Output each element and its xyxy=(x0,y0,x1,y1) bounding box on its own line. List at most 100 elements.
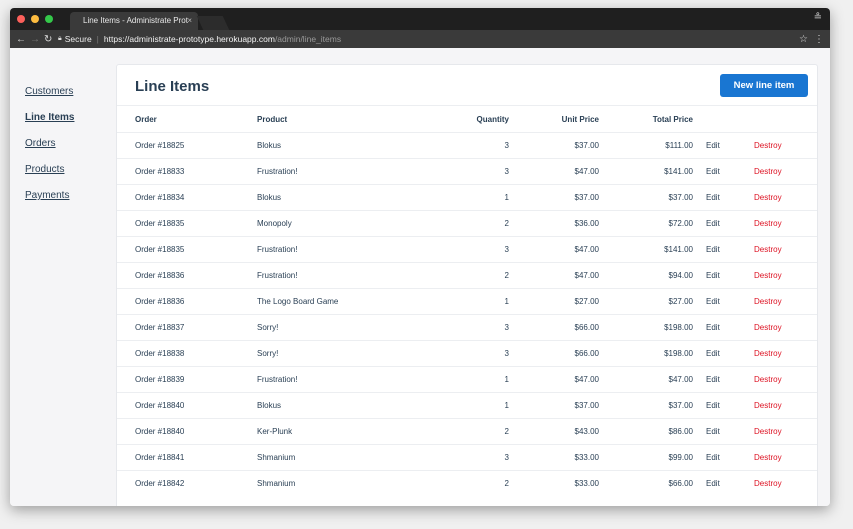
unit-price-cell: $47.00 xyxy=(509,262,599,289)
order-cell: Order #18834 xyxy=(117,184,257,211)
back-arrow-icon[interactable]: ← xyxy=(16,34,26,45)
quantity-cell: 2 xyxy=(417,262,509,289)
table-row[interactable]: Order #18836 Frustration! 2 $47.00 $94.00 Edi… xyxy=(117,262,817,289)
edit-cell: Edit xyxy=(693,392,754,419)
table-row[interactable]: Order #18838 Sorry! 3 $66.00 $198.00 Edit Dest… xyxy=(117,340,817,367)
table-row[interactable]: Order #18841 Shmanium 3 $33.00 $99.00 Edit Des… xyxy=(117,444,817,471)
product-cell: Blokus xyxy=(257,392,417,419)
edit-cell: Edit xyxy=(693,210,754,237)
profile-icon[interactable]: ≗ xyxy=(814,12,822,23)
product-cell: Sorry! xyxy=(257,340,417,367)
destroy-link[interactable]: Destroy xyxy=(754,193,782,202)
table-row[interactable]: Order #18837 Sorry! 3 $66.00 $198.00 Edit Dest… xyxy=(117,314,817,341)
table-row[interactable]: Order #18835 Frustration! 3 $47.00 $141.00 Ed… xyxy=(117,236,817,263)
browser-toolbar: ← → ↻ 🔒︎ Secure | https://administrate-p… xyxy=(10,30,830,48)
edit-link[interactable]: Edit xyxy=(706,193,720,202)
destroy-cell: Destroy xyxy=(754,392,817,419)
close-window-button[interactable] xyxy=(17,15,25,23)
destroy-link[interactable]: Destroy xyxy=(754,375,782,384)
total-price-cell: $198.00 xyxy=(599,340,693,367)
table-row[interactable]: Order #18840 Ker-Plunk 2 $43.00 $86.00 Edit De… xyxy=(117,418,817,445)
order-cell: Order #18836 xyxy=(117,288,257,315)
destroy-link[interactable]: Destroy xyxy=(754,453,782,462)
column-header-total-price[interactable]: Total Price xyxy=(599,106,693,133)
unit-price-cell: $37.00 xyxy=(509,132,599,159)
table-row[interactable]: Order #18833 Frustration! 3 $47.00 $141.00 Ed… xyxy=(117,158,817,185)
destroy-link[interactable]: Destroy xyxy=(754,297,782,306)
product-cell: Blokus xyxy=(257,132,417,159)
tab-title: Line Items - Administrate Prot xyxy=(83,16,188,25)
order-cell: Order #18841 xyxy=(117,444,257,471)
edit-link[interactable]: Edit xyxy=(706,375,720,384)
edit-cell: Edit xyxy=(693,444,754,471)
destroy-link[interactable]: Destroy xyxy=(754,323,782,332)
destroy-link[interactable]: Destroy xyxy=(754,245,782,254)
product-cell: Shmanium xyxy=(257,444,417,471)
sidebar-item-payments[interactable]: Payments xyxy=(25,190,105,201)
sidebar-item-products[interactable]: Products xyxy=(25,164,105,175)
edit-link[interactable]: Edit xyxy=(706,167,720,176)
column-header-unit-price[interactable]: Unit Price xyxy=(509,106,599,133)
table-row[interactable]: Order #18835 Monopoly 2 $36.00 $72.00 Edit Des… xyxy=(117,210,817,237)
edit-link[interactable]: Edit xyxy=(706,479,720,488)
edit-link[interactable]: Edit xyxy=(706,453,720,462)
destroy-cell: Destroy xyxy=(754,210,817,237)
destroy-cell: Destroy xyxy=(754,262,817,289)
destroy-link[interactable]: Destroy xyxy=(754,479,782,488)
edit-link[interactable]: Edit xyxy=(706,323,720,332)
table-row[interactable]: Order #18842 Shmanium 2 $33.00 $66.00 Edit Des… xyxy=(117,470,817,496)
edit-cell: Edit xyxy=(693,236,754,263)
destroy-link[interactable]: Destroy xyxy=(754,271,782,280)
unit-price-cell: $33.00 xyxy=(509,470,599,496)
destroy-link[interactable]: Destroy xyxy=(754,141,782,150)
sidebar-nav: Customers Line Items Orders Products Pay… xyxy=(25,86,105,216)
bookmark-star-icon[interactable]: ☆ xyxy=(799,34,808,45)
column-header-order[interactable]: Order xyxy=(117,106,257,133)
table-row[interactable]: Order #18840 Blokus 1 $37.00 $37.00 Edit Destr… xyxy=(117,392,817,419)
address-bar[interactable]: 🔒︎ Secure | https://administrate-prototy… xyxy=(58,32,793,46)
unit-price-cell: $47.00 xyxy=(509,366,599,393)
new-line-item-button[interactable]: New line item xyxy=(720,74,808,97)
destroy-link[interactable]: Destroy xyxy=(754,401,782,410)
destroy-link[interactable]: Destroy xyxy=(754,167,782,176)
quantity-cell: 1 xyxy=(417,392,509,419)
destroy-link[interactable]: Destroy xyxy=(754,349,782,358)
forward-arrow-icon[interactable]: → xyxy=(30,34,40,45)
table-row[interactable]: Order #18825 Blokus 3 $37.00 $111.00 Edit Dest… xyxy=(117,132,817,159)
table-row[interactable]: Order #18839 Frustration! 1 $47.00 $47.00 Edi… xyxy=(117,366,817,393)
product-cell: Shmanium xyxy=(257,470,417,496)
minimize-window-button[interactable] xyxy=(31,15,39,23)
url-host: https://administrate-prototype.herokuapp… xyxy=(103,34,275,44)
column-header-product[interactable]: Product xyxy=(257,106,417,133)
unit-price-cell: $33.00 xyxy=(509,444,599,471)
edit-link[interactable]: Edit xyxy=(706,401,720,410)
reload-icon[interactable]: ↻ xyxy=(44,34,52,45)
menu-icon[interactable]: ⋮ xyxy=(814,34,824,45)
edit-link[interactable]: Edit xyxy=(706,141,720,150)
edit-link[interactable]: Edit xyxy=(706,219,720,228)
column-header-quantity[interactable]: Quantity xyxy=(417,106,509,133)
destroy-link[interactable]: Destroy xyxy=(754,427,782,436)
edit-link[interactable]: Edit xyxy=(706,349,720,358)
sidebar-item-customers[interactable]: Customers xyxy=(25,86,105,97)
total-price-cell: $86.00 xyxy=(599,418,693,445)
quantity-cell: 2 xyxy=(417,470,509,496)
tab-close-icon[interactable]: × xyxy=(187,12,192,30)
edit-cell: Edit xyxy=(693,132,754,159)
sidebar-item-line-items[interactable]: Line Items xyxy=(25,112,105,123)
edit-link[interactable]: Edit xyxy=(706,271,720,280)
edit-link[interactable]: Edit xyxy=(706,297,720,306)
destroy-link[interactable]: Destroy xyxy=(754,219,782,228)
new-tab-button[interactable] xyxy=(196,16,230,30)
quantity-cell: 3 xyxy=(417,132,509,159)
browser-tab[interactable]: Line Items - Administrate Prot × xyxy=(70,12,198,30)
total-price-cell: $72.00 xyxy=(599,210,693,237)
table-row[interactable]: Order #18834 Blokus 1 $37.00 $37.00 Edit Destr… xyxy=(117,184,817,211)
table-row[interactable]: Order #18836 The Logo Board Game 1 $27.00 $2… xyxy=(117,288,817,315)
destroy-cell: Destroy xyxy=(754,314,817,341)
sidebar-item-orders[interactable]: Orders xyxy=(25,138,105,149)
maximize-window-button[interactable] xyxy=(45,15,53,23)
edit-link[interactable]: Edit xyxy=(706,245,720,254)
edit-cell: Edit xyxy=(693,184,754,211)
edit-link[interactable]: Edit xyxy=(706,427,720,436)
